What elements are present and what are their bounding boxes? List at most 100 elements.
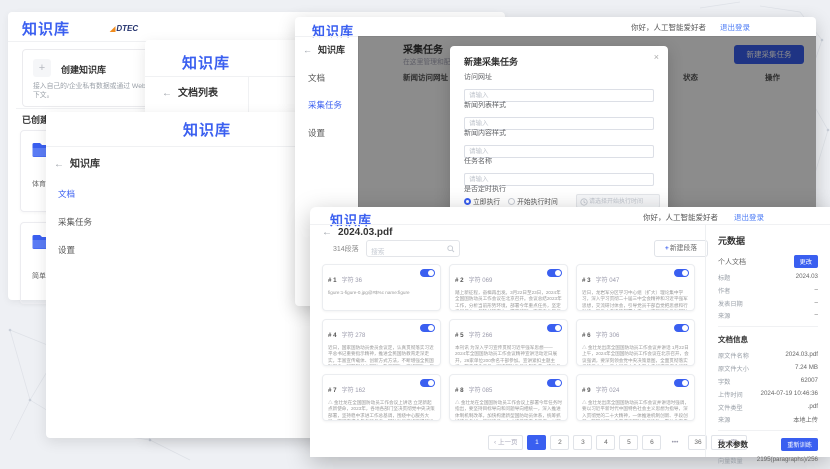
meta-row: 来源本地上传	[718, 415, 818, 424]
chunk-text: figure:1-figure-0.jpg@#$%c name:figure	[328, 290, 435, 311]
meta-key: 来源	[718, 311, 730, 320]
back-arrow-icon[interactable]: ←	[322, 227, 332, 238]
partner-logo-icon: ◢	[110, 26, 115, 33]
chunk-card[interactable]: # 7字符 162△ 金壮龙在全国国防动员工作会议上讲话 立足新起点新使命，20…	[322, 374, 441, 421]
field-label: 新闻内容样式	[464, 128, 654, 138]
pagination-prev[interactable]: ‹ 上一页	[488, 435, 523, 450]
back-title: 文档列表	[178, 88, 218, 99]
meta-value: 2195(paragraphs)/256	[757, 456, 818, 465]
partner-logo: ◢DTEC	[110, 24, 138, 33]
app-logo: 知识库	[182, 52, 230, 73]
chunk-id: # 6	[582, 332, 591, 339]
meta-value: 2024.03	[796, 273, 818, 282]
partner-logo-text: DTEC	[116, 24, 138, 33]
sidebar-item-settings[interactable]: 设置	[58, 244, 75, 256]
chunk-card[interactable]: # 8 字符 085 △ 金壮龙在全国国防动员工作会议上部署今年任务时指出，要坚持目…	[449, 374, 568, 421]
back-arrow-icon[interactable]: ←	[303, 45, 312, 55]
user-greeting: 你好，人工智能爱好者	[643, 212, 718, 223]
meta-key: 作者	[718, 286, 730, 295]
chunk-id: # 2	[455, 277, 464, 284]
back-doc-list[interactable]: ← 文档列表	[162, 84, 218, 99]
pagination-page-2[interactable]: 2	[550, 435, 569, 450]
chunk-enabled-toggle[interactable]	[420, 324, 435, 332]
pagination-page-3[interactable]: 3	[573, 435, 592, 450]
chunk-enabled-toggle[interactable]	[547, 324, 562, 332]
radio-immediate[interactable]	[464, 198, 471, 205]
doc-type-label: 个人文档	[718, 257, 746, 267]
file-info-title: 文档信息	[718, 334, 818, 345]
doc-type-row: 个人文档 更改	[718, 255, 818, 268]
add-chunk-label: 新建段落	[670, 245, 697, 252]
add-chunk-button[interactable]: +新建段落	[654, 240, 708, 257]
back-to-doc-list[interactable]: ←2024.03.pdf	[322, 227, 392, 238]
chunk-id: # 8	[455, 387, 464, 394]
time-placeholder: 请选择开始执行时间	[589, 199, 643, 205]
meta-value: –	[815, 311, 818, 320]
chunk-text: △ 金壮龙在全国国防动员工作会议上部署今年任务时指出，要坚持目标导向和问题导向相…	[455, 400, 562, 421]
radio-scheduled[interactable]	[508, 198, 515, 205]
back-title: 知识库	[318, 45, 345, 55]
modal-title: 新建采集任务	[464, 55, 518, 68]
chunk-enabled-toggle[interactable]	[420, 269, 435, 277]
chunk-card[interactable]: # 6字符 306△ 金壮龙出席全国国防动员工作会议并讲话 1月22日上午，20…	[576, 319, 695, 366]
chunk-enabled-toggle[interactable]	[674, 269, 689, 277]
chunk-card[interactable]: # 9字符 024△ 金壮龙出席全国国防动员工作会议并讲话时强调，要以习近平新时…	[576, 374, 695, 421]
chunk-id: # 4	[328, 332, 337, 339]
start-time-picker[interactable]: 请选择开始执行时间	[576, 194, 660, 208]
sidebar-item-docs[interactable]: 文档	[58, 188, 75, 200]
chunk-char-count: 字符 047	[596, 278, 620, 284]
chunk-enabled-toggle[interactable]	[420, 379, 435, 387]
retrain-button[interactable]: 重新训练	[781, 438, 818, 451]
chunk-card[interactable]: # 2字符 069踏上新征程，奋楫再出发。3月22日至23日，2024年全国国防…	[449, 264, 568, 311]
logout-link[interactable]: 退出登录	[720, 22, 750, 33]
change-button[interactable]: 更改	[794, 255, 818, 268]
chunk-enabled-toggle[interactable]	[547, 379, 562, 387]
logout-link[interactable]: 退出登录	[734, 212, 764, 223]
chunk-enabled-toggle[interactable]	[547, 269, 562, 277]
sidebar-item-tasks[interactable]: 采集任务	[58, 216, 92, 228]
meta-value: 本地上传	[793, 415, 818, 424]
chunk-char-count: 字符 024	[596, 388, 620, 394]
close-icon[interactable]: ×	[654, 52, 659, 62]
pagination-page-6[interactable]: 6	[642, 435, 661, 450]
search-box	[366, 240, 460, 257]
field-label: 访问网址	[464, 72, 654, 82]
chunk-enabled-toggle[interactable]	[674, 324, 689, 332]
chunk-text: 本刊讯 为深入学习宣传贯彻习近平强军思想——2024年全国国防动员工作会议精神宣…	[455, 345, 562, 366]
meta-key: 标题	[718, 273, 730, 282]
sidebar-item-settings[interactable]: 设置	[308, 127, 325, 139]
back-arrow-icon[interactable]: ←	[54, 159, 64, 170]
meta-key: 原文件大小	[718, 364, 749, 373]
chunk-count: 314段落	[333, 244, 359, 254]
chunk-card[interactable]: # 4 字符 278 近日，国家国防动员委员会议定，认真贯彻落实习近平总书记重要指示…	[322, 319, 441, 366]
meta-key: 上传时间	[718, 390, 743, 399]
pagination-page-4[interactable]: 4	[596, 435, 615, 450]
chunk-card[interactable]: # 1字符 36figure:1-figure-0.jpg@#$%c name:…	[322, 264, 441, 311]
meta-row: 文件类型.pdf	[718, 403, 818, 412]
chunk-card[interactable]: # 5字符 266本刊讯 为深入学习宣传贯彻习近平强军思想——2024年全国国防…	[449, 319, 568, 366]
search-input[interactable]	[367, 246, 451, 259]
chunk-char-count: 字符 278	[342, 333, 366, 339]
back-title: 知识库	[70, 159, 100, 170]
sidebar-item-docs[interactable]: 文档	[308, 72, 325, 84]
pagination-page-1[interactable]: 1	[527, 435, 546, 450]
tech-params-row: 技术参数 重新训练	[718, 438, 818, 451]
chunk-grid: # 1字符 36figure:1-figure-0.jpg@#$%c name:…	[322, 264, 695, 421]
pagination-ellipsis[interactable]: •••	[665, 435, 684, 450]
back-arrow-icon[interactable]: ←	[162, 88, 172, 99]
chunk-enabled-toggle[interactable]	[674, 379, 689, 387]
chunk-text: 近日，龙岩军分区学习中心组（扩大）理论集中学习，深入学习贯彻二十届三中全会精神和…	[582, 290, 689, 311]
chunk-id: # 9	[582, 387, 591, 394]
chunk-card[interactable]: # 3字符 047近日，龙岩军分区学习中心组（扩大）理论集中学习，深入学习贯彻二…	[576, 264, 695, 311]
meta-value: 7.24 MB	[795, 364, 818, 373]
sidebar-item-tasks[interactable]: 采集任务	[308, 99, 342, 111]
metadata-title: 元数据	[718, 234, 818, 247]
back-kb[interactable]: ← 知识库	[303, 43, 345, 56]
chunk-text: 近日，国家国防动员委员会议定，认真贯彻落实习近平总书记重要指示精神，推进全民国防…	[328, 345, 435, 366]
meta-row: 作者–	[718, 286, 818, 295]
pagination-page-5[interactable]: 5	[619, 435, 638, 450]
back-kb[interactable]: ← 知识库	[54, 155, 100, 170]
chunk-char-count: 字符 085	[469, 388, 493, 394]
meta-row: 来源 –	[718, 311, 818, 320]
app-logo: 知识库	[183, 119, 231, 140]
